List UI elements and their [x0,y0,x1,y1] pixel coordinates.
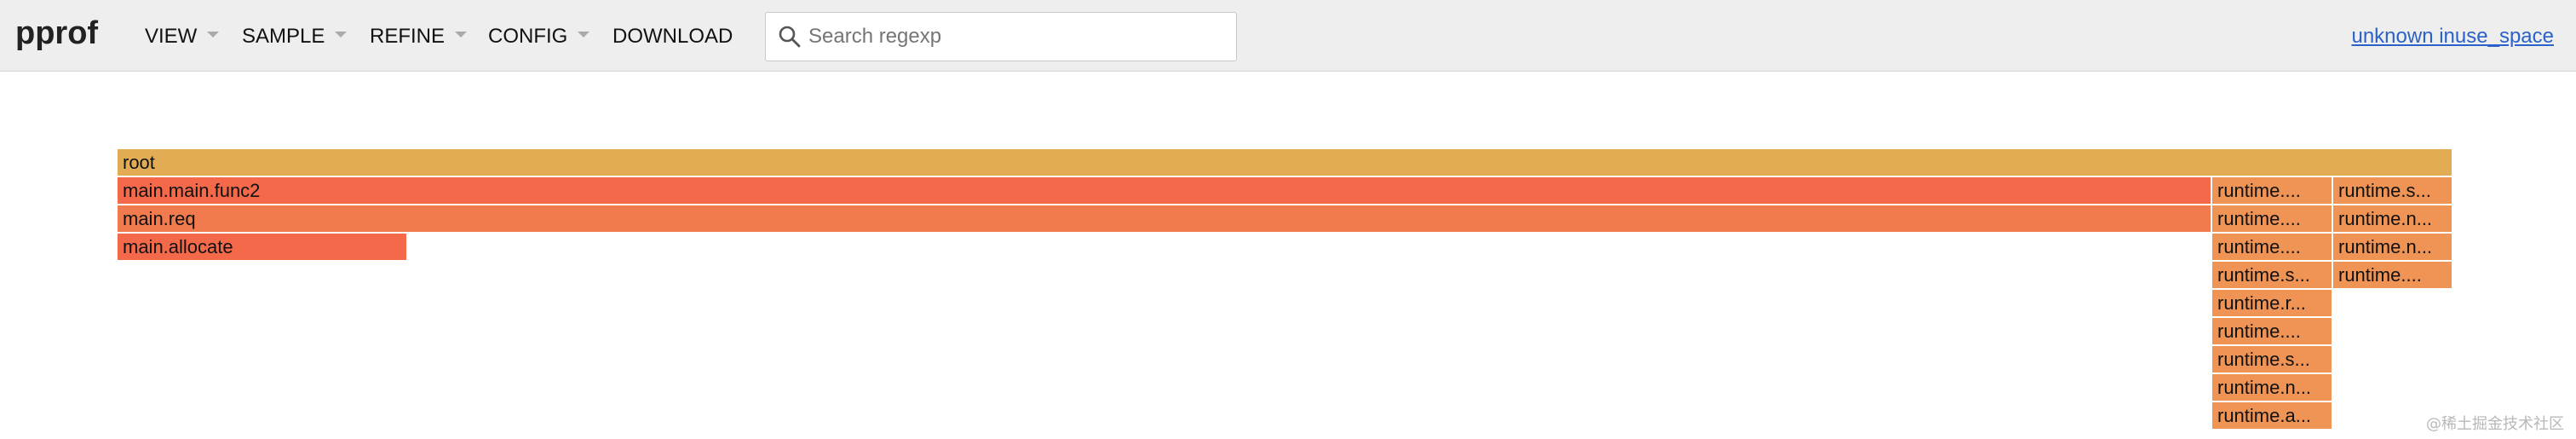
flame-frame[interactable]: main.req [118,205,2212,232]
flame-frame[interactable]: runtime.n... [2333,205,2453,232]
flame-frame[interactable]: main.allocate [118,234,408,260]
flame-frame[interactable]: runtime.s... [2333,177,2453,204]
flame-frame[interactable]: runtime.n... [2333,234,2453,260]
flame-frame[interactable]: runtime.... [2333,262,2453,288]
flame-frame[interactable]: root [118,149,2453,176]
watermark: @稀土掘金技术社区 [2426,415,2564,433]
flame-frame[interactable]: runtime.... [2212,318,2333,344]
flame-frame[interactable]: runtime.s... [2212,346,2333,373]
flame-frame[interactable]: runtime.s... [2212,262,2333,288]
flame-frame[interactable]: runtime.... [2212,234,2333,260]
flame-frame[interactable]: runtime.a... [2212,402,2333,429]
flame-frame[interactable]: runtime.... [2212,177,2333,204]
flame-frame[interactable]: runtime.... [2212,205,2333,232]
flame-frame[interactable]: runtime.n... [2212,374,2333,401]
flame-frame[interactable]: main.main.func2 [118,177,2212,204]
flame-graph: root main.main.func2 main.req main.allocate… [0,0,2576,439]
flame-frame[interactable]: runtime.r... [2212,290,2333,316]
